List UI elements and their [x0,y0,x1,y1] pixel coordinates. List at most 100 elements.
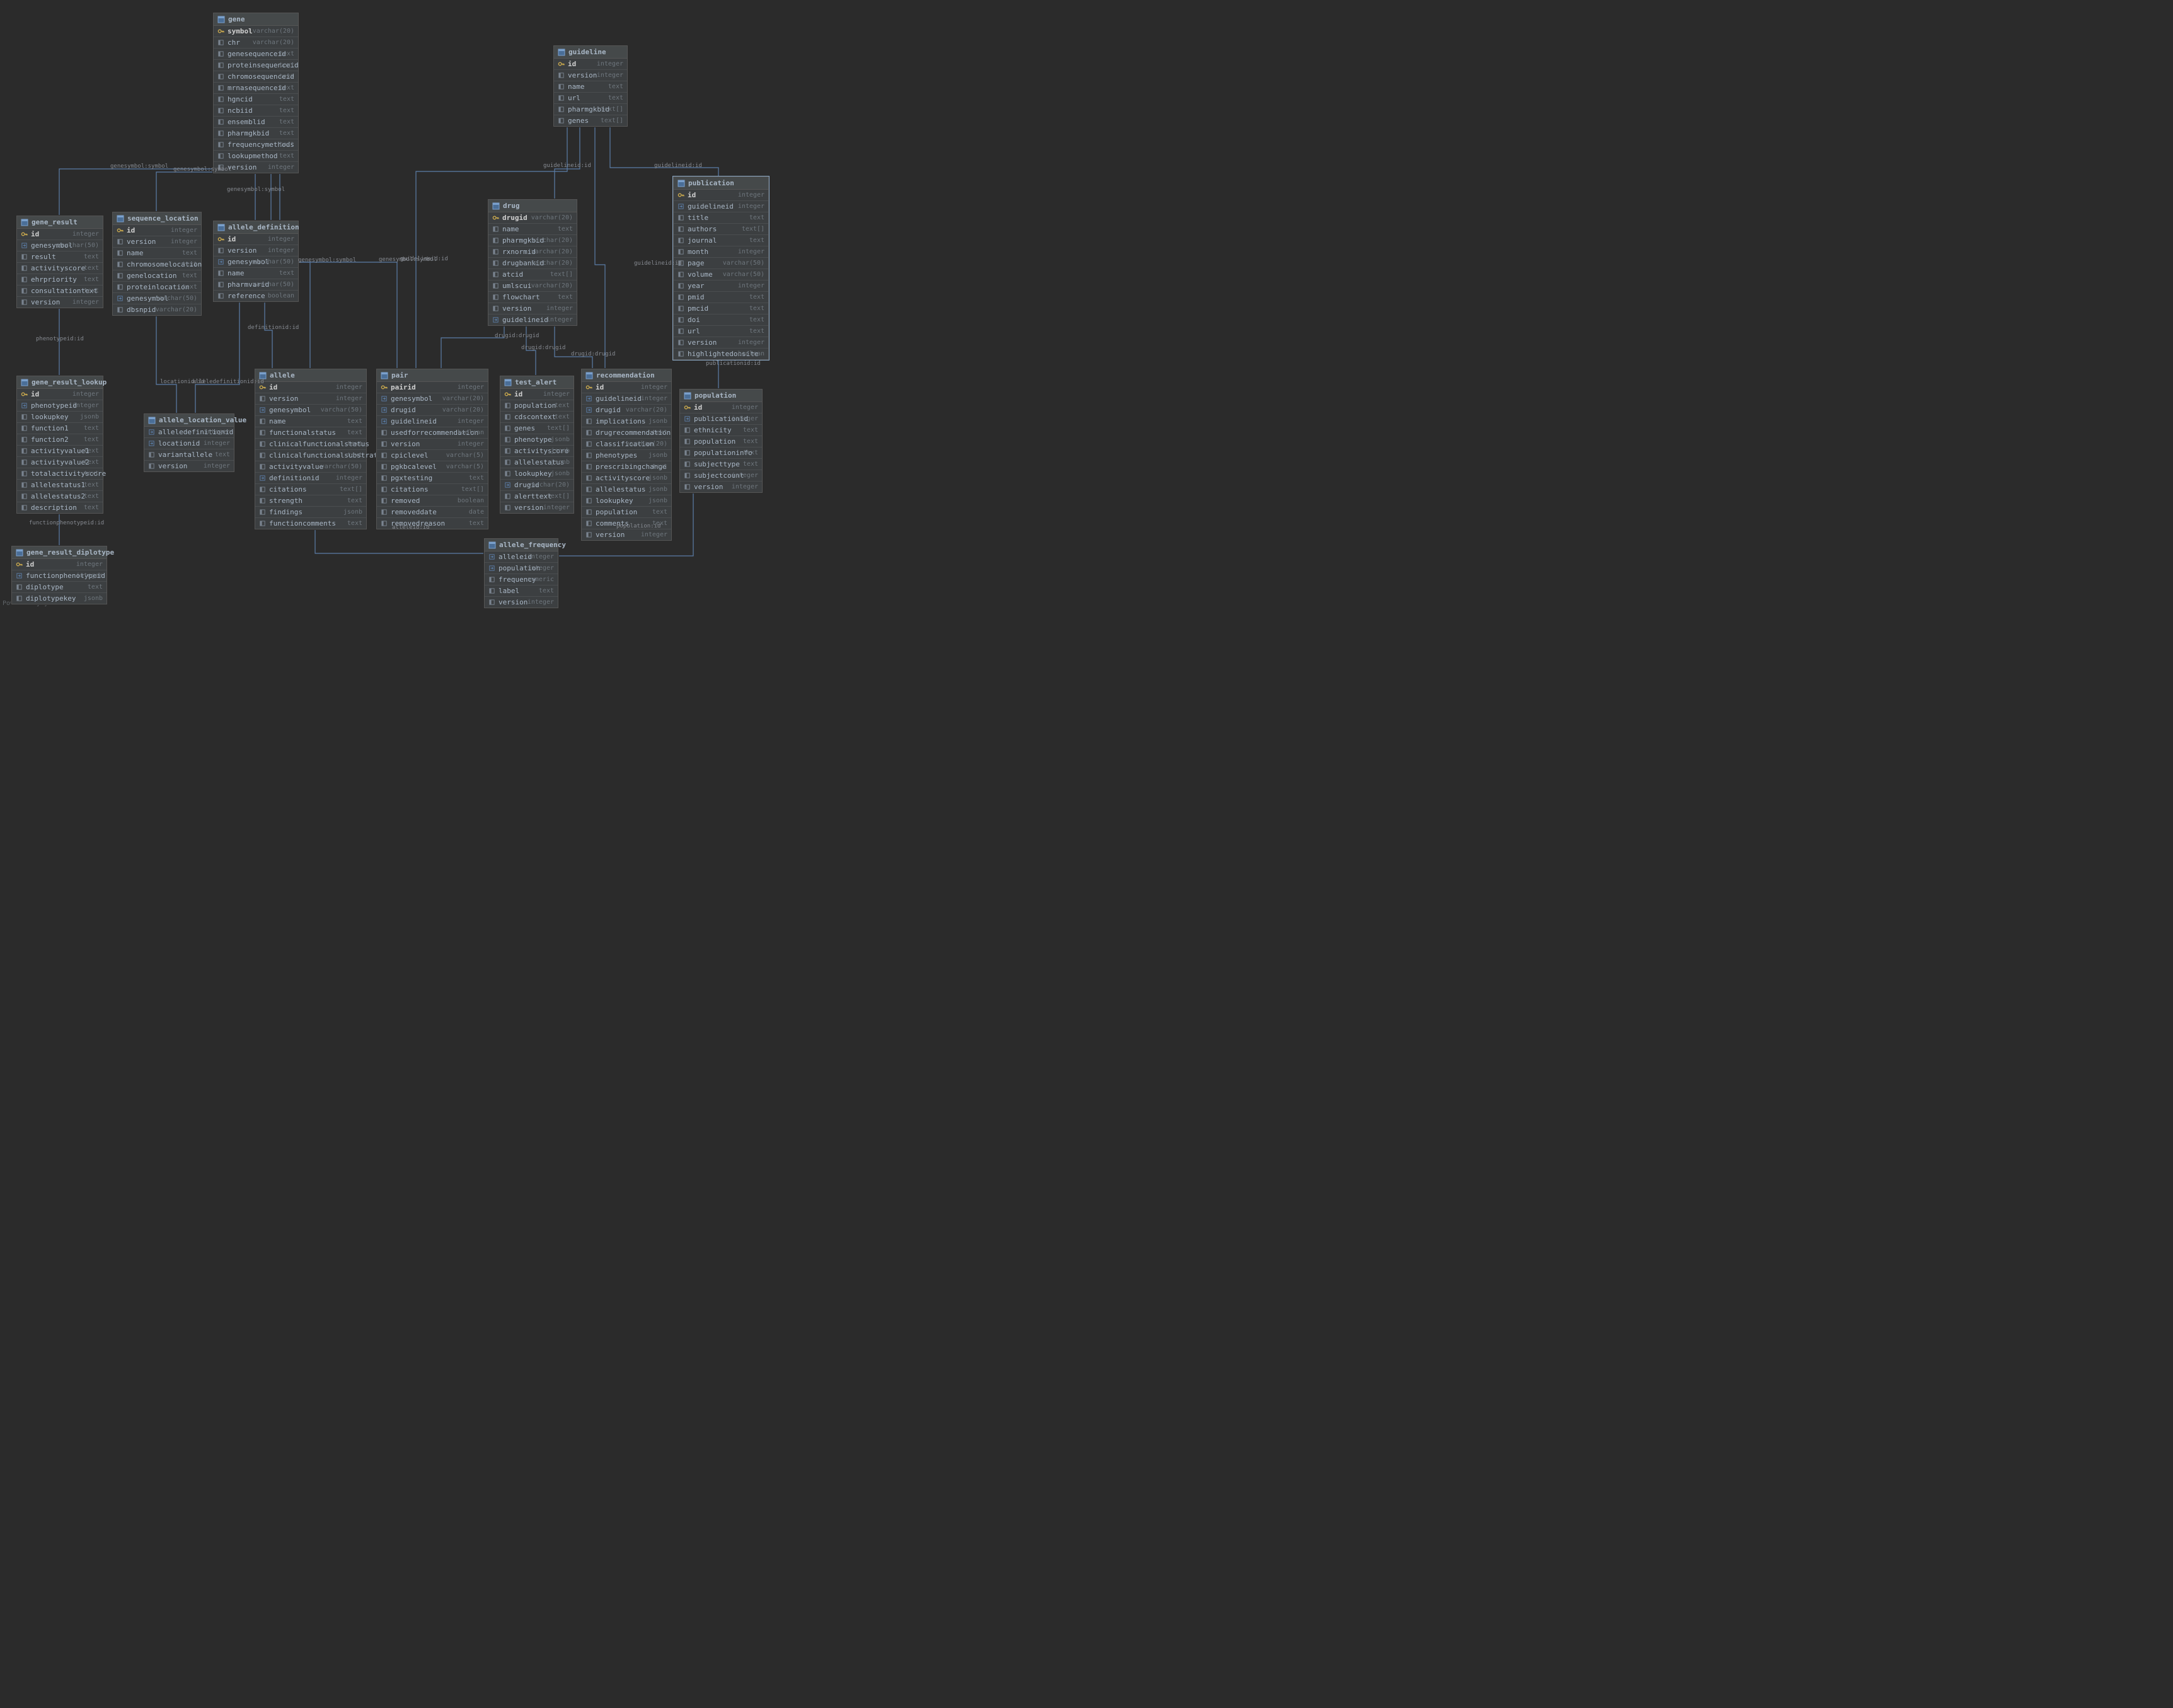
table-gene_result[interactable]: gene_resultidintegergenesymbolvarchar(50… [16,216,103,308]
column-row[interactable]: alleledefinitionidinteger [144,427,234,438]
column-row[interactable]: frequencymethodstext [214,139,298,151]
column-row[interactable]: pmcidtext [674,303,768,314]
column-row[interactable]: phenotypejsonb [500,434,574,446]
column-row[interactable]: drugrecommendationtext [582,427,671,439]
column-row[interactable]: guidelineidinteger [582,393,671,405]
table-guideline[interactable]: guidelineidintegerversionintegernametext… [553,45,628,127]
column-row[interactable]: idinteger [113,225,201,236]
column-row[interactable]: pharmvaridvarchar(50) [214,279,298,291]
column-row[interactable]: allelestatusjsonb [582,484,671,495]
column-row[interactable]: symbolvarchar(20) [214,26,298,37]
column-row[interactable]: usedforrecommendationboolean [377,427,488,439]
column-row[interactable]: chromosomelocationtext [113,259,201,270]
column-row[interactable]: frequencynumeric [485,574,558,586]
column-row[interactable]: clinicalfunctionalsubstratetext [255,450,366,461]
column-row[interactable]: proteinsequenceidtext [214,60,298,71]
column-row[interactable]: diplotypekeyjsonb [12,593,107,604]
table-sequence_location[interactable]: sequence_locationidintegerversioninteger… [112,212,202,316]
column-row[interactable]: functioncommentstext [255,518,366,529]
column-row[interactable]: titletext [674,212,768,224]
column-row[interactable]: subjecttypetext [680,459,762,470]
column-row[interactable]: ensemblidtext [214,117,298,128]
column-row[interactable]: diplotypetext [12,582,107,593]
column-row[interactable]: activityscorejsonb [500,446,574,457]
column-row[interactable]: lookupmethodtext [214,151,298,162]
column-row[interactable]: genestext[] [554,115,627,126]
column-row[interactable]: versioninteger [488,303,577,314]
table-gene_result_diplotype[interactable]: gene_result_diplotypeidintegerfunctionph… [11,546,107,604]
table-header[interactable]: gene_result_lookup [17,376,103,389]
column-row[interactable]: phenotypeidinteger [17,400,103,412]
column-row[interactable]: functionalstatustext [255,427,366,439]
column-row[interactable]: idinteger [17,229,103,240]
table-header[interactable]: allele_definition [214,221,298,234]
column-row[interactable]: genesymbolvarchar(50) [17,240,103,251]
table-header[interactable]: publication [674,177,768,190]
column-row[interactable]: versioninteger [485,597,558,608]
column-row[interactable]: yearinteger [674,280,768,292]
column-row[interactable]: drugidvarchar(20) [582,405,671,416]
table-header[interactable]: sequence_location [113,212,201,225]
column-row[interactable]: authorstext[] [674,224,768,235]
column-row[interactable]: publicationidinteger [680,413,762,425]
column-row[interactable]: descriptiontext [17,502,103,513]
table-publication[interactable]: publicationidintegerguidelineidintegerti… [673,176,769,360]
column-row[interactable]: pagevarchar(50) [674,258,768,269]
column-row[interactable]: pairidinteger [377,382,488,393]
table-header[interactable]: pair [377,369,488,382]
column-row[interactable]: pharmgkbidtext[] [554,104,627,115]
column-row[interactable]: definitionidinteger [255,473,366,484]
table-header[interactable]: recommendation [582,369,671,382]
column-row[interactable]: ethnicitytext [680,425,762,436]
column-row[interactable]: urltext [674,326,768,337]
column-row[interactable]: referenceboolean [214,291,298,301]
table-pair[interactable]: pairpairidintegergenesymbolvarchar(20)dr… [376,369,488,529]
column-row[interactable]: pgxtestingtext [377,473,488,484]
column-row[interactable]: umlscuivarchar(20) [488,280,577,292]
table-header[interactable]: population [680,389,762,402]
column-row[interactable]: function2text [17,434,103,446]
column-row[interactable]: dbsnpidvarchar(20) [113,304,201,315]
column-row[interactable]: genesymbolvarchar(50) [255,405,366,416]
column-row[interactable]: proteinlocationtext [113,282,201,293]
column-row[interactable]: classificationvarchar(20) [582,439,671,450]
column-row[interactable]: cpiclevelvarchar(5) [377,450,488,461]
column-row[interactable]: lookupkeyjsonb [17,412,103,423]
column-row[interactable]: nametext [255,416,366,427]
column-row[interactable]: versioninteger [144,461,234,471]
column-row[interactable]: idinteger [255,382,366,393]
table-header[interactable]: gene_result [17,216,103,229]
column-row[interactable]: pmidtext [674,292,768,303]
column-row[interactable]: phenotypesjsonb [582,450,671,461]
column-row[interactable]: idinteger [582,382,671,393]
column-row[interactable]: function1text [17,423,103,434]
column-row[interactable]: populationinfotext [680,447,762,459]
column-row[interactable]: idinteger [214,234,298,245]
column-row[interactable]: lookupkeyjsonb [582,495,671,507]
column-row[interactable]: removeddatedate [377,507,488,518]
table-header[interactable]: allele_location_value [144,414,234,427]
table-header[interactable]: gene_result_diplotype [12,546,107,559]
column-row[interactable]: nametext [488,224,577,235]
column-row[interactable]: pgkbcalevelvarchar(5) [377,461,488,473]
column-row[interactable]: guidelineidinteger [488,314,577,325]
column-row[interactable]: rxnormidvarchar(20) [488,246,577,258]
column-row[interactable]: resulttext [17,251,103,263]
table-header[interactable]: allele_frequency [485,539,558,551]
column-row[interactable]: versioninteger [377,439,488,450]
column-row[interactable]: cdscontexttext [500,412,574,423]
column-row[interactable]: strengthtext [255,495,366,507]
column-row[interactable]: guidelineidinteger [377,416,488,427]
column-row[interactable]: versioninteger [17,297,103,308]
column-row[interactable]: idinteger [680,402,762,413]
column-row[interactable]: genesymbolvarchar(50) [214,257,298,268]
column-row[interactable]: activityscoretext [17,263,103,274]
column-row[interactable]: totalactivityscoretext [17,468,103,480]
column-row[interactable]: versioninteger [214,245,298,257]
column-row[interactable]: doitext [674,314,768,326]
column-row[interactable]: idinteger [12,559,107,570]
column-row[interactable]: alerttexttext[] [500,491,574,502]
column-row[interactable]: activityscorejsonb [582,473,671,484]
column-row[interactable]: populationinteger [485,563,558,574]
table-drug[interactable]: drugdrugidvarchar(20)nametextpharmgkbidv… [488,199,577,326]
